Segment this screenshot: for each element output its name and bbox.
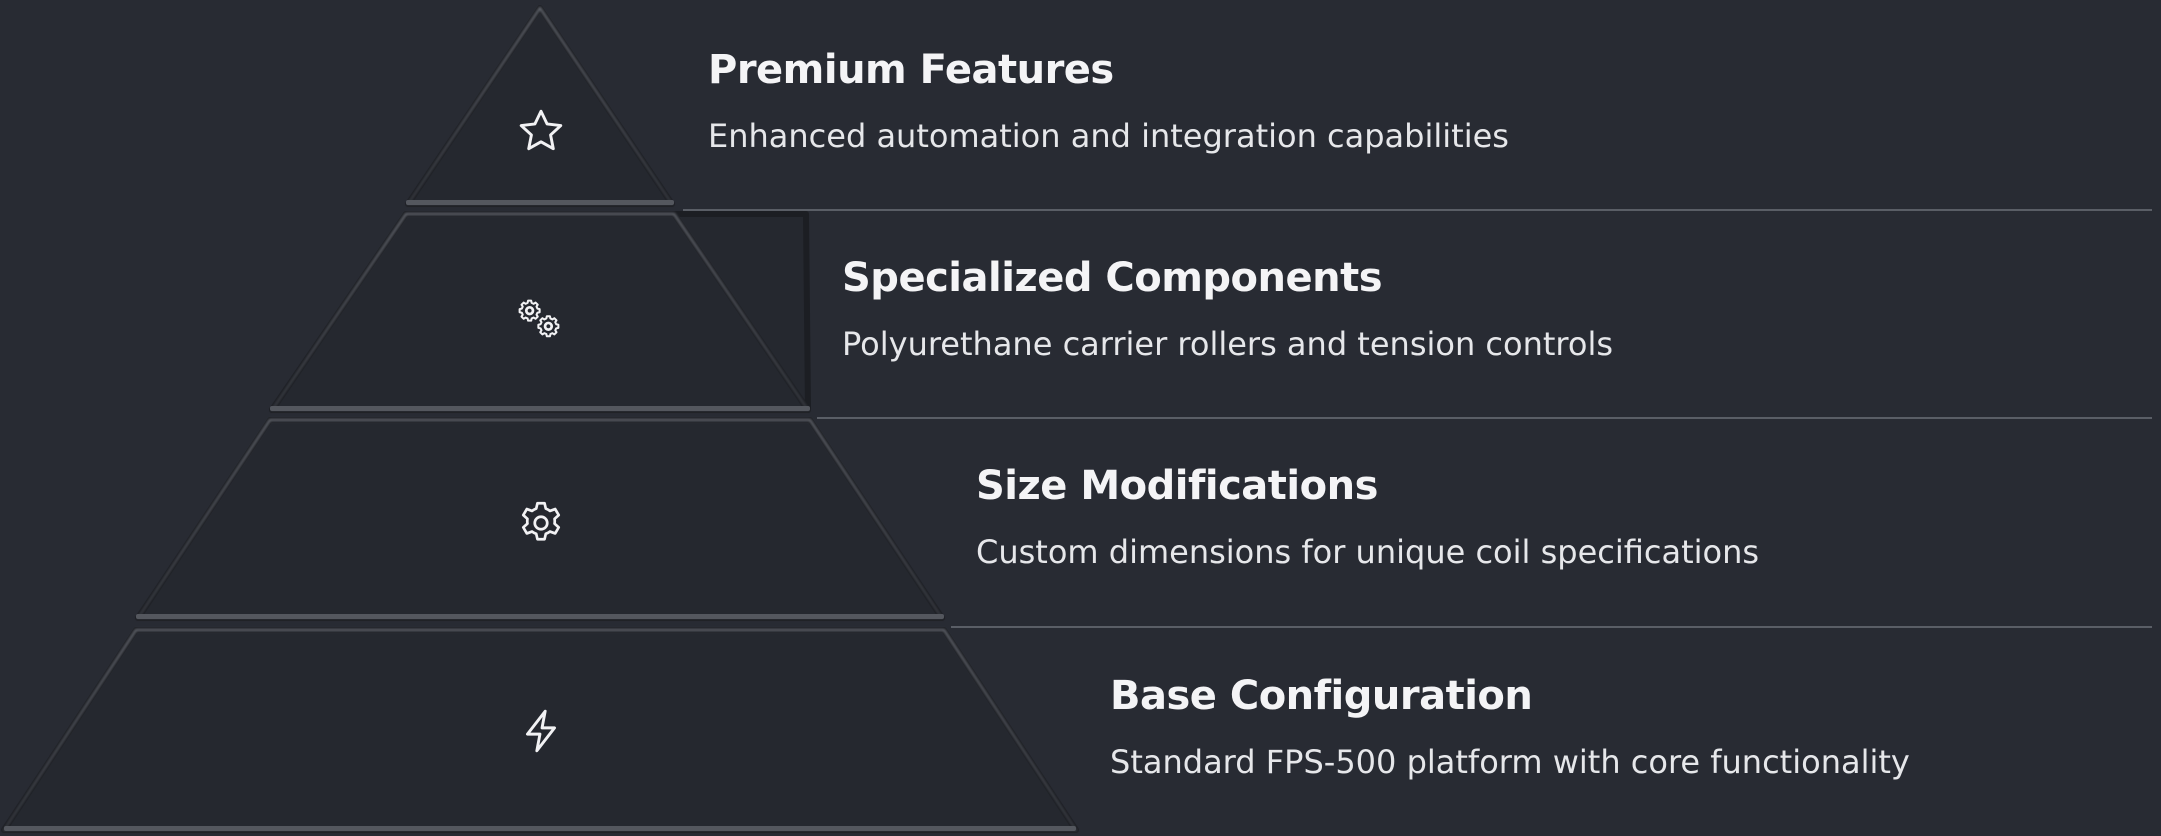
gears-icon [514, 294, 564, 344]
lightning-icon [516, 706, 566, 756]
tier-title: Size Modifications [976, 463, 1378, 509]
gear-icon [516, 498, 566, 548]
tier-size-modifications: Size Modifications Custom dimensions for… [976, 458, 2161, 572]
tier-title: Base Configuration [1110, 673, 1533, 719]
tier-description: Enhanced automation and integration capa… [708, 117, 1509, 155]
tier-title: Specialized Components [842, 255, 1383, 301]
star-icon [516, 106, 566, 156]
tier-description: Custom dimensions for unique coil specif… [976, 533, 1760, 571]
tier-title: Premium Features [708, 47, 1114, 93]
tier-specialized-components: Specialized Components Polyurethane carr… [842, 250, 2161, 364]
tier-description: Standard FPS-500 platform with core func… [1110, 743, 1910, 781]
tier-premium-features: Premium Features Enhanced automation and… [708, 42, 2088, 156]
tier-description: Polyurethane carrier rollers and tension… [842, 325, 1613, 363]
tier-base-configuration: Base Configuration Standard FPS-500 plat… [1110, 668, 2161, 782]
